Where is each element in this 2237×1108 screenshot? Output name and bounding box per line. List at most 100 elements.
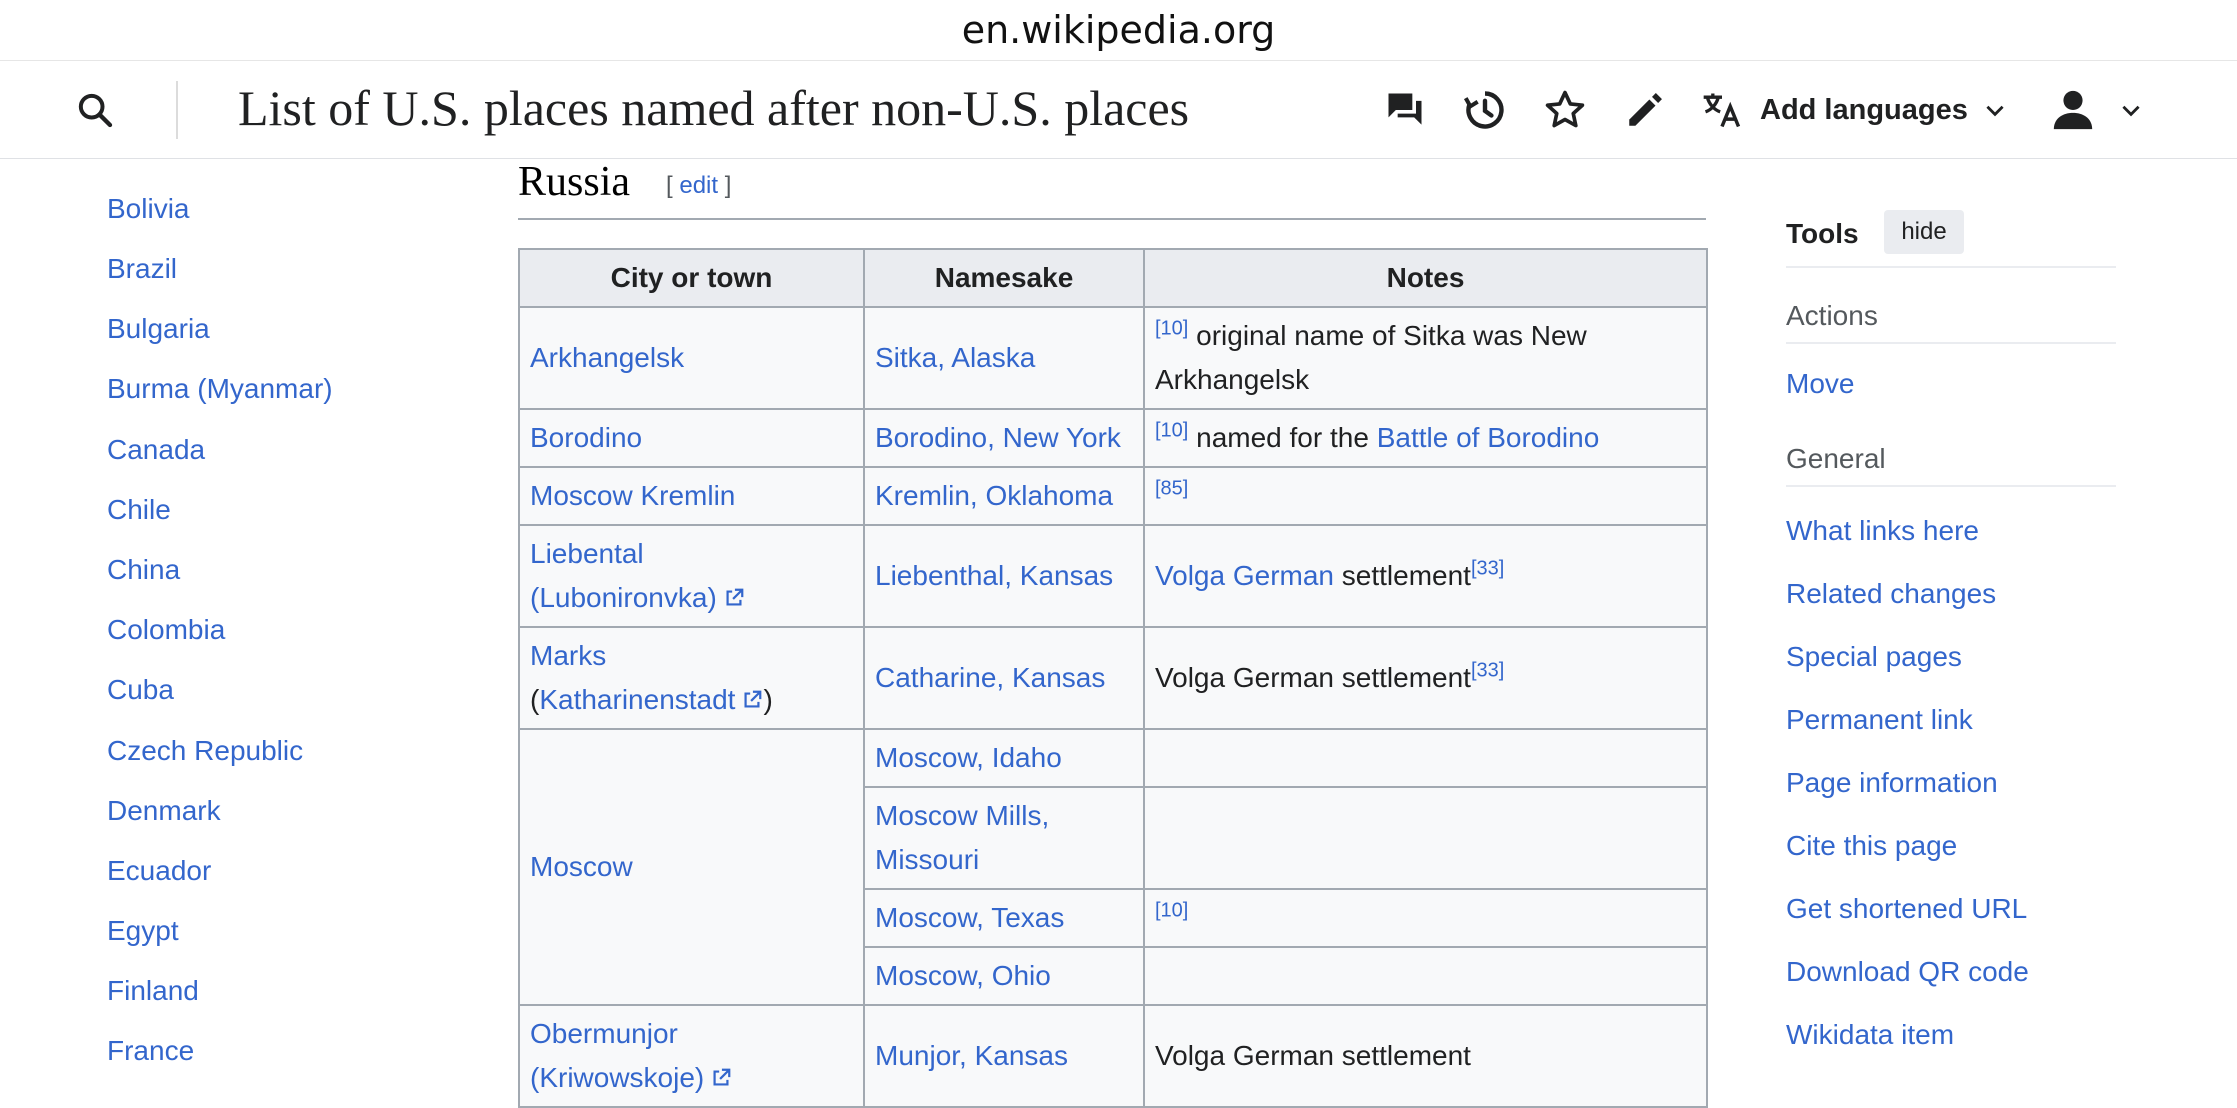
toc-item-burma[interactable]: Burma (Myanmar) — [107, 373, 333, 405]
column-header-city[interactable]: City or town — [518, 248, 865, 308]
tools-link-permanent-link[interactable]: Permanent link — [1786, 704, 1973, 736]
reference-link[interactable]: [85] — [1155, 478, 1188, 500]
history-icon — [1463, 91, 1504, 129]
edit-section-link[interactable]: edit — [679, 172, 718, 199]
notes-cell: [10] original name of Sitka was New Arkh… — [1143, 306, 1708, 410]
city-link[interactable]: Obermunjor — [530, 1018, 678, 1049]
search-icon — [78, 93, 113, 128]
header-divider — [176, 81, 178, 139]
add-languages-button[interactable]: Add languages — [1700, 83, 2008, 137]
notes-cell: [85] — [1143, 466, 1708, 526]
tools-link-cite-this-page[interactable]: Cite this page — [1786, 830, 1957, 862]
toc-item-chile[interactable]: Chile — [107, 494, 171, 526]
city-link[interactable]: Moscow Kremlin — [530, 480, 735, 511]
note-link[interactable]: Battle of Borodino — [1377, 422, 1600, 453]
chevron-down-icon — [2122, 105, 2140, 117]
toc-item-cuba[interactable]: Cuba — [107, 674, 174, 706]
namesake-cell: Sitka, Alaska — [863, 306, 1145, 410]
city-link[interactable]: Liebental — [530, 538, 644, 569]
language-icon — [1703, 93, 1741, 128]
page-header: List of U.S. places named after non-U.S.… — [0, 61, 2237, 159]
namesake-link[interactable]: Kremlin, Oklahoma — [875, 480, 1113, 511]
table-row: Moscow Kremlin Kremlin, Oklahoma [85] — [518, 466, 1708, 526]
namesake-cell: Moscow, Ohio — [863, 946, 1145, 1006]
talk-button[interactable] — [1380, 85, 1430, 135]
places-table: City or town Namesake Notes Arkhangelsk … — [518, 248, 1708, 1108]
external-link[interactable]: Katharinenstadt — [539, 684, 763, 715]
reference-link[interactable]: [10] — [1155, 900, 1188, 922]
user-menu-button[interactable] — [2050, 85, 2144, 135]
namesake-link[interactable]: Liebenthal, Kansas — [875, 560, 1113, 591]
history-button[interactable] — [1460, 85, 1510, 135]
tools-link-what-links-here[interactable]: What links here — [1786, 515, 1979, 547]
tools-link-shortened-url[interactable]: Get shortened URL — [1786, 893, 2027, 925]
notes-cell: [10] — [1143, 888, 1708, 948]
toc-item-denmark[interactable]: Denmark — [107, 795, 221, 827]
city-cell: Moscow — [518, 728, 865, 1006]
toc-item-canada[interactable]: Canada — [107, 434, 205, 466]
note-link[interactable]: Volga German — [1155, 560, 1334, 591]
user-icon — [2053, 90, 2093, 130]
reference-link[interactable]: [33] — [1471, 660, 1504, 682]
toc-item-ecuador[interactable]: Ecuador — [107, 855, 211, 887]
search-button[interactable] — [70, 85, 120, 135]
tools-link-special-pages[interactable]: Special pages — [1786, 641, 1962, 673]
note-text: settlement — [1334, 560, 1471, 591]
namesake-link[interactable]: Catharine, Kansas — [875, 662, 1105, 693]
toc-item-finland[interactable]: Finland — [107, 975, 199, 1007]
namesake-link[interactable]: Munjor, Kansas — [875, 1040, 1068, 1071]
toc-item-bulgaria[interactable]: Bulgaria — [107, 313, 210, 345]
toc-item-brazil[interactable]: Brazil — [107, 253, 177, 285]
edit-button[interactable] — [1620, 85, 1670, 135]
tools-link-qr-code[interactable]: Download QR code — [1786, 956, 2029, 988]
toc-item-china[interactable]: China — [107, 554, 180, 586]
namesake-link[interactable]: Moscow Mills, Missouri — [875, 800, 1049, 875]
tools-group-actions: Actions — [1786, 292, 2116, 344]
namesake-link[interactable]: Moscow, Ohio — [875, 960, 1051, 991]
tools-link-wikidata-item[interactable]: Wikidata item — [1786, 1019, 1954, 1051]
toc-item-egypt[interactable]: Egypt — [107, 915, 179, 947]
namesake-link[interactable]: Moscow, Idaho — [875, 742, 1062, 773]
toc-item-france[interactable]: France — [107, 1035, 194, 1067]
table-row: Marks (Katharinenstadt) Catharine, Kansa… — [518, 626, 1708, 730]
toc-item-czech-republic[interactable]: Czech Republic — [107, 735, 303, 767]
note-text: original name of Sitka was New Arkhangel… — [1155, 320, 1587, 395]
notes-cell — [1143, 728, 1708, 788]
watch-star-icon — [1545, 90, 1585, 128]
toc-item-bolivia[interactable]: Bolivia — [107, 193, 189, 225]
tools-hide-button[interactable]: hide — [1884, 210, 1964, 254]
city-link[interactable]: Arkhangelsk — [530, 342, 684, 373]
namesake-link[interactable]: Sitka, Alaska — [875, 342, 1035, 373]
tools-link-page-information[interactable]: Page information — [1786, 767, 1998, 799]
reference-link[interactable]: [10] — [1155, 318, 1188, 340]
url-text: en.wikipedia.org — [961, 8, 1276, 52]
external-link-icon — [726, 588, 744, 606]
namesake-link[interactable]: Borodino, New York — [875, 422, 1121, 453]
section-title: Russia — [518, 159, 631, 205]
notes-cell: [10] named for the Battle of Borodino — [1143, 408, 1708, 468]
namesake-link[interactable]: Moscow, Texas — [875, 902, 1064, 933]
city-cell: Liebental (Luboniron­vka) — [518, 524, 865, 628]
talk-icon — [1388, 93, 1422, 125]
reference-link[interactable]: [10] — [1155, 420, 1188, 442]
add-languages-label: Add languages — [1760, 93, 1968, 126]
table-row: Liebental (Luboniron­vka) Liebenthal, Ka… — [518, 524, 1708, 628]
url-bar[interactable]: en.wikipedia.org — [0, 0, 2237, 61]
city-cell: Marks (Katharinenstadt) — [518, 626, 865, 730]
tools-link-related-changes[interactable]: Related changes — [1786, 578, 1996, 610]
column-header-namesake[interactable]: Namesake — [863, 248, 1145, 308]
external-link[interactable]: (Luboniron­vka) — [530, 582, 745, 613]
city-link[interactable]: Borodino — [530, 422, 642, 453]
external-link[interactable]: (Kriwowskoje) — [530, 1062, 732, 1093]
notes-cell: Volga German settlement[33] — [1143, 626, 1708, 730]
toc-item-colombia[interactable]: Colombia — [107, 614, 225, 646]
namesake-cell: Kremlin, Oklahoma — [863, 466, 1145, 526]
tools-link-move[interactable]: Move — [1786, 368, 1854, 400]
table-row: Arkhangelsk Sitka, Alaska [10] original … — [518, 306, 1708, 410]
watch-button[interactable] — [1540, 85, 1590, 135]
city-link[interactable]: Marks — [530, 640, 606, 671]
column-header-notes[interactable]: Notes — [1143, 248, 1708, 308]
reference-link[interactable]: [33] — [1471, 558, 1504, 580]
notes-cell — [1143, 786, 1708, 890]
city-link[interactable]: Moscow — [530, 851, 633, 882]
